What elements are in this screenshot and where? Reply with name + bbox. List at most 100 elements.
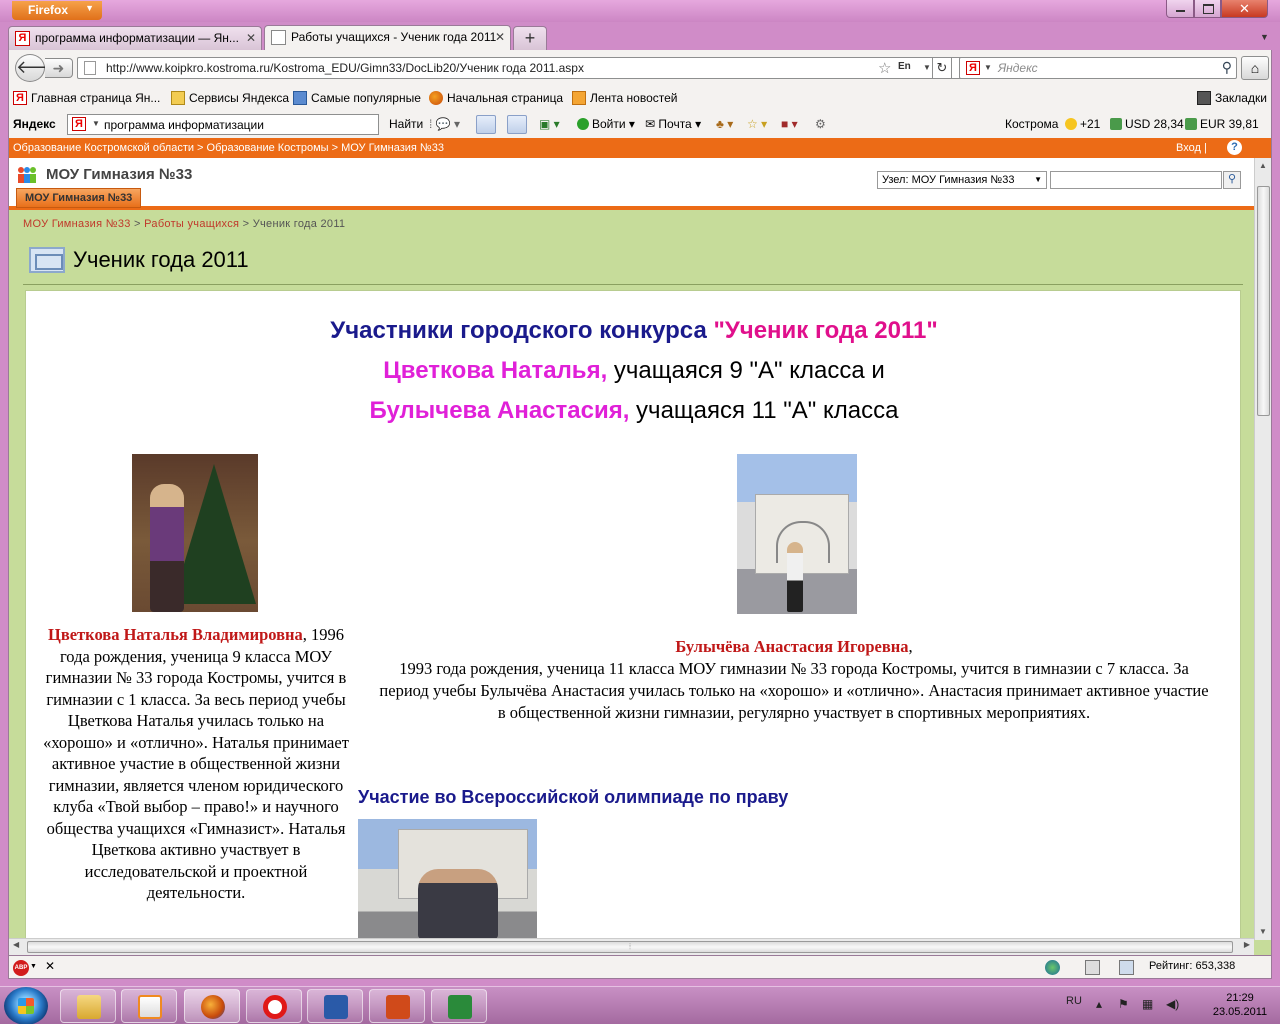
- site-search-input[interactable]: [1050, 171, 1222, 189]
- taskbar-opera[interactable]: [246, 989, 302, 1023]
- url-bar[interactable]: http://www.koipkro.kostroma.ru/Kostroma_…: [77, 57, 962, 79]
- yandex-favorites-icon[interactable]: ☆ ▾: [747, 117, 767, 131]
- taskbar-excel[interactable]: [431, 989, 487, 1023]
- bookmark-yandex-services[interactable]: Сервисы Яндекса: [171, 91, 289, 105]
- login-link[interactable]: Вход |: [1176, 142, 1207, 154]
- horizontal-scrollbar[interactable]: ◀ ⦙ ▶: [9, 938, 1254, 955]
- tab-close-icon[interactable]: ✕: [495, 30, 505, 44]
- tab-list-icon[interactable]: ▼: [1260, 32, 1269, 42]
- new-tab-button[interactable]: +: [513, 26, 547, 50]
- start-button[interactable]: [4, 987, 48, 1024]
- bookmark-yandex-home[interactable]: Я Главная страница Ян...: [13, 91, 160, 105]
- flag-icon[interactable]: ⚑: [1118, 997, 1129, 1011]
- participant-line-1: Цветкова Наталья, учащаяся 9 "А" класса …: [383, 357, 885, 384]
- folder-icon: [77, 995, 101, 1019]
- translate-icon[interactable]: ▣ ▾: [539, 117, 560, 131]
- search-scope-select[interactable]: Узел: МОУ Гимназия №33 ▼: [877, 171, 1047, 189]
- photo-tsvetkova[interactable]: [132, 454, 258, 612]
- powerpoint-icon: [386, 995, 410, 1019]
- taskbar-word[interactable]: [307, 989, 363, 1023]
- url-text[interactable]: http://www.koipkro.kostroma.ru/Kostroma_…: [106, 61, 584, 75]
- close-icon[interactable]: ✕: [45, 959, 55, 973]
- minimize-button[interactable]: [1166, 0, 1194, 18]
- taskbar: RU ▴ ⚑ ▦ ◀) 21:29 23.05.2011: [0, 986, 1280, 1024]
- yandex-find-button[interactable]: Найти: [389, 117, 423, 131]
- screen-icon[interactable]: [1085, 960, 1100, 975]
- scroll-left-icon[interactable]: ◀: [13, 940, 19, 949]
- firefox-icon: [429, 91, 443, 105]
- photo-olympiad-group[interactable]: [358, 819, 537, 949]
- caption-tsvetkova: Цветкова Наталья Владимировна, 1996 года…: [43, 625, 349, 902]
- tab-student-of-year[interactable]: Работы учащихся - Ученик года 2011 ✕: [264, 25, 511, 50]
- volume-icon[interactable]: ◀): [1166, 997, 1179, 1011]
- scroll-up-icon[interactable]: ▲: [1255, 158, 1271, 174]
- photo-bulycheva[interactable]: [737, 454, 857, 614]
- taskbar-explorer[interactable]: [60, 989, 116, 1023]
- site-search-button[interactable]: ⚲: [1223, 171, 1241, 189]
- adblock-icon[interactable]: ABP: [13, 960, 29, 976]
- close-button[interactable]: ✕: [1221, 0, 1268, 18]
- settings-gear-icon[interactable]: ⚙: [815, 117, 826, 131]
- site-logo-icon: [18, 167, 36, 183]
- language-indicator[interactable]: RU: [1066, 995, 1082, 1007]
- yandex-search-field[interactable]: Я ▼ программа информатизации: [67, 114, 379, 135]
- yandex-login-button[interactable]: Войти ▾: [577, 117, 635, 131]
- city-label[interactable]: Кострома: [1005, 117, 1058, 131]
- translate-tool-icon[interactable]: [507, 115, 527, 134]
- globe-icon[interactable]: [1045, 960, 1060, 975]
- page-title: Ученик года 2011: [73, 247, 249, 272]
- bookmark-news-feed[interactable]: Лента новостей: [572, 91, 678, 105]
- tab-close-icon[interactable]: ✕: [246, 31, 256, 45]
- bookmarks-icon: [1197, 91, 1211, 105]
- page-content: Образование Костромской области > Образо…: [8, 138, 1272, 955]
- help-icon[interactable]: ?: [1227, 140, 1242, 155]
- bookmark-start-page[interactable]: Начальная страница: [429, 91, 563, 105]
- breadcrumb-home[interactable]: МОУ Гимназия №33: [23, 218, 131, 230]
- language-indicator[interactable]: En: [898, 61, 911, 72]
- taskbar-firefox[interactable]: [184, 989, 240, 1023]
- window-icon[interactable]: [1119, 960, 1134, 975]
- tray-expand-icon[interactable]: ▴: [1096, 997, 1102, 1011]
- yandex-icon: Я: [966, 61, 980, 75]
- vertical-scrollbar[interactable]: ▲ ▼: [1254, 158, 1271, 940]
- search-input[interactable]: Яндекс: [998, 61, 1038, 75]
- scroll-thumb[interactable]: ⦙: [27, 941, 1233, 953]
- spellcheck-tool-icon[interactable]: [476, 115, 496, 134]
- clock[interactable]: 21:29 23.05.2011: [1210, 991, 1270, 1019]
- taskbar-media-player[interactable]: [121, 989, 177, 1023]
- page-rating[interactable]: Рейтинг: 653,338: [1149, 960, 1235, 972]
- search-engine-dropdown-icon[interactable]: ▼: [984, 63, 992, 72]
- home-button[interactable]: ⌂: [1241, 56, 1269, 80]
- scroll-thumb[interactable]: [1257, 186, 1270, 416]
- forward-button[interactable]: ➜: [45, 58, 73, 78]
- yandex-logo[interactable]: Яндекс: [13, 117, 56, 131]
- url-dropdown-icon[interactable]: ▼: [923, 63, 931, 72]
- network-icon[interactable]: ▦: [1142, 997, 1153, 1011]
- yandex-extra-icons[interactable]: ⁞ 💬 ▾: [429, 117, 460, 131]
- back-button[interactable]: 🡐: [15, 54, 64, 82]
- dropdown-icon[interactable]: ▼: [30, 963, 37, 970]
- dropdown-icon[interactable]: ▼: [92, 119, 100, 128]
- maximize-button[interactable]: [1194, 0, 1221, 18]
- scroll-down-icon[interactable]: ▼: [1255, 924, 1271, 940]
- reload-button[interactable]: ↻: [932, 57, 952, 79]
- firefox-menu-button[interactable]: Firefox ▼: [12, 1, 102, 20]
- scroll-right-icon[interactable]: ▶: [1244, 940, 1250, 949]
- taskbar-powerpoint[interactable]: [369, 989, 425, 1023]
- eur-rate[interactable]: EUR 39,81: [1185, 117, 1259, 131]
- weather-widget[interactable]: +21: [1065, 117, 1100, 131]
- usd-rate[interactable]: USD 28,34: [1110, 117, 1184, 131]
- search-bar[interactable]: Я ▼ Яндекс ⚲: [959, 57, 1237, 79]
- tab-yandex-search[interactable]: Я программа информатизации — Ян... ✕: [8, 26, 262, 50]
- bookmark-star-icon[interactable]: ☆: [878, 59, 891, 77]
- yandex-money-icon[interactable]: ♣ ▾: [716, 117, 733, 131]
- yandex-bar-icon[interactable]: ■ ▾: [781, 117, 798, 131]
- search-icon[interactable]: ⚲: [1222, 59, 1232, 76]
- bookmark-most-popular[interactable]: Самые популярные: [293, 91, 421, 105]
- bookmarks-menu[interactable]: Закладки: [1197, 91, 1267, 105]
- global-breadcrumb[interactable]: Образование Костромской области > Образо…: [13, 142, 444, 154]
- yandex-mail-button[interactable]: ✉ Почта ▾: [645, 117, 701, 131]
- site-tab-home[interactable]: МОУ Гимназия №33: [16, 188, 142, 208]
- site-name[interactable]: МОУ Гимназия №33: [46, 166, 192, 183]
- breadcrumb-section[interactable]: Работы учащихся: [144, 218, 239, 230]
